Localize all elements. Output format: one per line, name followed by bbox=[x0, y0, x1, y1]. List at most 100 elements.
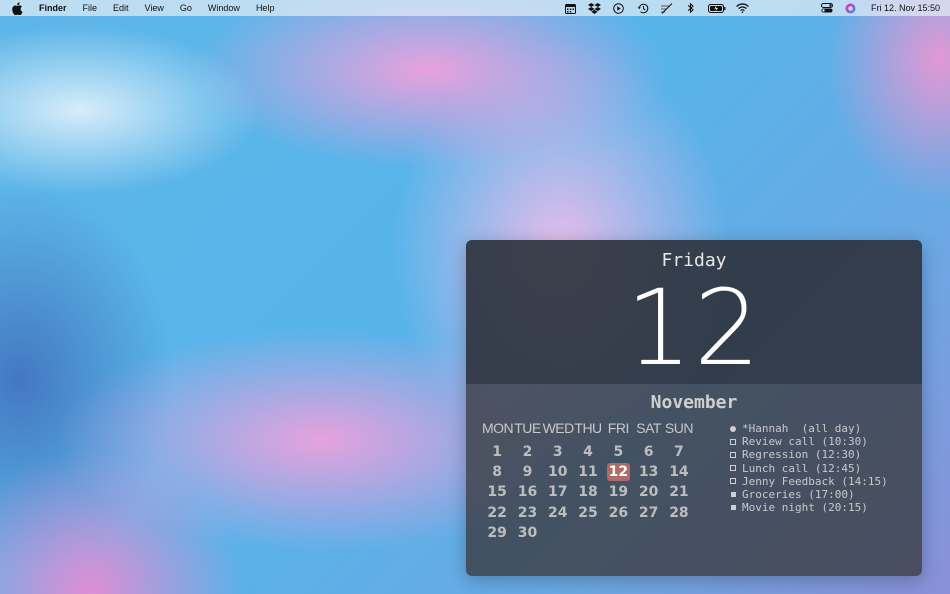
menu-help[interactable]: Help bbox=[248, 0, 283, 16]
siri-icon[interactable] bbox=[843, 1, 859, 15]
event-item[interactable]: Groceries (17:00) bbox=[728, 488, 888, 501]
calendar-day-number: 5 bbox=[613, 444, 624, 460]
weekday-fri: FRI bbox=[607, 420, 630, 436]
event-item[interactable]: Review call (10:30) bbox=[728, 435, 888, 448]
calendar-day[interactable]: 18 bbox=[573, 482, 603, 502]
event-text: Review call (10:30) bbox=[742, 435, 868, 449]
calendar-day-number: 17 bbox=[548, 484, 568, 501]
calendar-day[interactable]: 13 bbox=[633, 462, 663, 482]
event-text: Movie night (20:15) bbox=[742, 501, 868, 515]
calendar-day[interactable]: 6 bbox=[633, 442, 663, 462]
calendar-day-number: 29 bbox=[487, 524, 507, 541]
calendar-day-number: 11 bbox=[578, 464, 598, 481]
calendar-day[interactable]: 23 bbox=[512, 503, 542, 523]
weekday-sun: SUN bbox=[664, 420, 694, 436]
calendar-day[interactable]: 29 bbox=[482, 523, 512, 543]
calendar-day-number: 1 bbox=[492, 444, 503, 460]
month-title: November bbox=[650, 392, 738, 413]
calendar-day-number: 28 bbox=[669, 504, 689, 521]
menu-file[interactable]: File bbox=[75, 0, 106, 16]
calendar-day[interactable]: 22 bbox=[482, 503, 512, 523]
calendar-day-number: 19 bbox=[608, 484, 629, 501]
calendar-day-number: 4 bbox=[583, 444, 593, 460]
calendar-day[interactable]: 24 bbox=[543, 503, 573, 523]
battery-icon[interactable] bbox=[707, 1, 727, 15]
filled-square-icon bbox=[728, 505, 738, 511]
calendar-day[interactable]: 8 bbox=[482, 462, 512, 482]
event-text: Groceries (17:00) bbox=[742, 488, 855, 502]
calendar-day[interactable]: 30 bbox=[512, 523, 542, 543]
apple-icon[interactable] bbox=[12, 1, 26, 15]
event-item[interactable]: Regression (12:30) bbox=[728, 448, 888, 461]
calendar-day[interactable]: 4 bbox=[573, 442, 603, 462]
open-square-icon bbox=[728, 438, 738, 445]
event-text: Regression (12:30) bbox=[742, 448, 862, 462]
menu-edit[interactable]: Edit bbox=[105, 0, 137, 16]
calendar-day[interactable]: 9 bbox=[512, 462, 542, 482]
event-item[interactable]: Lunch call (12:45) bbox=[728, 462, 888, 475]
event-text: *Hannah (all day) bbox=[742, 422, 862, 436]
calendar-day[interactable]: 7 bbox=[664, 442, 694, 462]
calendar-day-number: 24 bbox=[548, 504, 568, 521]
menu-go[interactable]: Go bbox=[172, 0, 200, 16]
event-text: Lunch call (12:45) bbox=[742, 461, 862, 475]
bullet-dot-icon bbox=[728, 425, 738, 432]
weekday-header: MON TUE WED THU FRI SAT SUN bbox=[482, 420, 694, 436]
calendar-day-number: 2 bbox=[522, 444, 533, 460]
calendar-day[interactable]: 20 bbox=[633, 482, 663, 502]
calendar-day[interactable]: 10 bbox=[543, 462, 573, 482]
event-item[interactable]: Jenny Feedback (14:15) bbox=[728, 475, 888, 488]
calendar-day-number: 27 bbox=[638, 504, 659, 521]
open-square-icon bbox=[728, 451, 738, 458]
calendar-day[interactable]: 21 bbox=[664, 482, 694, 502]
calendar-day-number: 9 bbox=[522, 464, 533, 481]
calendar-day[interactable]: 19 bbox=[603, 482, 633, 502]
calendar-day[interactable]: 14 bbox=[664, 462, 694, 482]
calendar-day-number: 8 bbox=[492, 464, 503, 481]
calendar-day[interactable]: 28 bbox=[664, 503, 694, 523]
calendar-day-number: 15 bbox=[487, 484, 507, 501]
calendar-day-number: 30 bbox=[517, 524, 538, 541]
day-number: 12 bbox=[625, 267, 763, 389]
calendar-day[interactable]: 11 bbox=[573, 462, 603, 482]
event-list: *Hannah (all day) Review call (10:30) Regr… bbox=[728, 422, 888, 514]
calendar-day-number: 26 bbox=[608, 504, 629, 521]
calendar-day[interactable]: 15 bbox=[482, 482, 512, 502]
calendar-day[interactable]: 27 bbox=[633, 503, 663, 523]
calendar-day-number: 10 bbox=[548, 464, 568, 481]
calendar-day-number: 18 bbox=[578, 484, 598, 501]
slash-icon[interactable] bbox=[659, 1, 675, 15]
calendar-day[interactable]: 5 bbox=[603, 442, 633, 462]
calendar-day-number: 25 bbox=[578, 504, 598, 521]
calendar-day[interactable]: 26 bbox=[603, 503, 633, 523]
time-machine-icon[interactable] bbox=[635, 1, 651, 15]
dropbox-icon[interactable] bbox=[587, 1, 603, 15]
calendar-day-number: 12 bbox=[606, 463, 631, 482]
calendar-day-number: 22 bbox=[487, 504, 507, 521]
weekday-thu: THU bbox=[574, 420, 602, 436]
menu-window[interactable]: Window bbox=[200, 0, 248, 16]
calendar-day-today[interactable]: 12 bbox=[603, 462, 633, 482]
calendar-day[interactable]: 1 bbox=[482, 442, 512, 462]
calendar-day[interactable]: 3 bbox=[543, 442, 573, 462]
calendar-day[interactable]: 17 bbox=[543, 482, 573, 502]
event-item[interactable]: *Hannah (all day) bbox=[728, 422, 888, 435]
wifi-icon[interactable] bbox=[735, 1, 751, 15]
menu-app-finder[interactable]: Finder bbox=[35, 0, 75, 16]
play-icon[interactable] bbox=[611, 1, 627, 15]
calendar-day-number: 23 bbox=[517, 504, 538, 521]
calendar-day-number: 14 bbox=[669, 464, 689, 481]
control-center-icon[interactable] bbox=[819, 1, 835, 15]
weekday-mon: MON bbox=[482, 420, 514, 436]
bluetooth-icon[interactable] bbox=[683, 1, 699, 15]
menubar-clock[interactable]: Fri 12. Nov 15:50 bbox=[871, 3, 940, 13]
calendar-icon[interactable] bbox=[563, 1, 579, 15]
calendar-widget: Friday 12 November MON TUE WED THU FRI S… bbox=[466, 240, 922, 576]
calendar-day[interactable]: 16 bbox=[512, 482, 542, 502]
calendar-day-number: 16 bbox=[517, 484, 538, 501]
weekday-tue: TUE bbox=[514, 420, 541, 436]
calendar-day[interactable]: 2 bbox=[512, 442, 542, 462]
event-item[interactable]: Movie night (20:15) bbox=[728, 501, 888, 514]
menu-view[interactable]: View bbox=[137, 0, 172, 16]
calendar-day[interactable]: 25 bbox=[573, 503, 603, 523]
